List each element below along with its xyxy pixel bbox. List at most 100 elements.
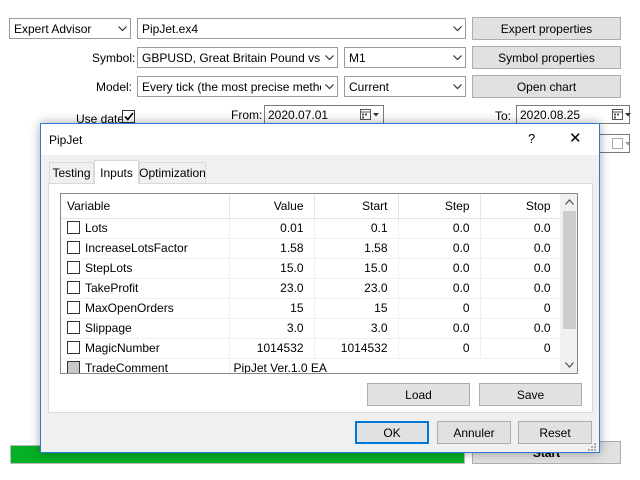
tab-inputs-label: Inputs [100,165,133,180]
variable-cell[interactable]: StepLots [61,258,230,279]
calendar-icon[interactable] [612,138,632,150]
table-row[interactable]: TakeProfit 23.0 23.0 0.0 0.0 [61,278,562,299]
mode-select-value: Expert Advisor [14,21,92,36]
stop-cell[interactable]: 0 [480,298,562,319]
model-select[interactable]: Every tick (the most precise method b [137,76,338,97]
optimization-field[interactable] [596,134,632,153]
period-select[interactable]: M1 [344,47,466,68]
scroll-down-icon[interactable] [565,362,574,368]
table-row[interactable]: IncreaseLotsFactor 1.58 1.58 0.0 0.0 [61,238,562,259]
resize-grip-icon[interactable] [587,442,597,452]
chevron-down-icon [449,48,465,67]
mode-select[interactable]: Expert Advisor [9,18,131,39]
column-header[interactable]: Step [398,194,481,219]
table-row[interactable]: StepLots 15.0 15.0 0.0 0.0 [61,258,562,279]
tab-optimization[interactable]: Optimization [139,162,206,183]
column-header[interactable]: Stop [480,194,562,219]
variable-cell[interactable]: Slippage [61,318,230,339]
value-cell[interactable]: 15.0 [229,258,315,279]
value-cell[interactable]: PipJet Ver.1.0 EA [229,358,562,373]
variable-name: MagicNumber [85,341,160,355]
variable-cell[interactable]: TakeProfit [61,278,230,299]
table-row[interactable]: MagicNumber 1014532 1014532 0 0 [61,338,562,359]
optimize-checkbox[interactable] [67,301,80,314]
tab-testing[interactable]: Testing [49,162,94,183]
column-header[interactable]: Value [229,194,315,219]
column-header[interactable]: Variable [61,194,230,219]
tab-inputs[interactable]: Inputs [94,160,139,184]
start-cell[interactable]: 1.58 [314,238,399,259]
calendar-icon[interactable] [612,109,632,121]
table-row[interactable]: Slippage 3.0 3.0 0.0 0.0 [61,318,562,339]
value-cell[interactable]: 1.58 [229,238,315,259]
step-cell[interactable]: 0.0 [398,218,481,239]
step-cell[interactable]: 0.0 [398,258,481,279]
value-cell[interactable]: 23.0 [229,278,315,299]
spread-select-value: Current [349,79,390,94]
step-cell[interactable]: 0 [398,298,481,319]
calendar-icon[interactable] [360,109,380,121]
variable-cell[interactable]: TradeComment [61,358,230,373]
scroll-up-icon[interactable] [565,199,574,205]
optimize-checkbox[interactable] [67,321,80,334]
to-date-value: 2020.08.25 [520,107,581,122]
optimize-checkbox[interactable] [67,361,80,373]
step-cell[interactable]: 0.0 [398,318,481,339]
start-cell[interactable]: 15 [314,298,399,319]
cancel-button[interactable]: Annuler [437,421,511,444]
start-cell[interactable]: 23.0 [314,278,399,299]
ok-button[interactable]: OK [355,421,429,444]
table-row[interactable]: MaxOpenOrders 15 15 0 0 [61,298,562,319]
stop-cell[interactable]: 0.0 [480,258,562,279]
stop-cell[interactable]: 0.0 [480,278,562,299]
stop-cell[interactable]: 0.0 [480,318,562,339]
symbol-properties-button[interactable]: Symbol properties [472,46,621,69]
expert-select[interactable]: PipJet.ex4 [137,18,466,39]
to-date-picker[interactable]: 2020.08.25 [516,105,632,124]
value-cell[interactable]: 15 [229,298,315,319]
symbol-select[interactable]: GBPUSD, Great Britain Pound vs US [137,47,338,68]
dialog-titlebar: PipJet ? ✕ [41,124,599,155]
step-cell[interactable]: 0.0 [398,278,481,299]
column-header[interactable]: Start [314,194,399,219]
optimize-checkbox[interactable] [67,281,80,294]
from-date-picker[interactable]: 2020.07.01 [264,105,384,124]
stop-cell[interactable]: 0.0 [480,238,562,259]
stop-cell[interactable]: 0.0 [480,218,562,239]
load-button[interactable]: Load [367,383,470,406]
use-date-checkbox[interactable] [122,110,135,124]
stop-cell[interactable]: 0 [480,338,562,359]
optimize-checkbox[interactable] [67,241,80,254]
spread-select[interactable]: Current [344,76,466,97]
reset-button[interactable]: Reset [518,421,592,444]
variable-name: Slippage [85,321,132,335]
variable-cell[interactable]: MaxOpenOrders [61,298,230,319]
variable-cell[interactable]: Lots [61,218,230,239]
grid-scrollbar[interactable] [560,194,577,373]
start-cell[interactable]: 3.0 [314,318,399,339]
chevron-down-icon [321,77,337,96]
save-button[interactable]: Save [479,383,582,406]
value-cell[interactable]: 1014532 [229,338,315,359]
help-button[interactable]: ? [528,131,535,146]
optimize-checkbox[interactable] [67,221,80,234]
open-chart-button[interactable]: Open chart [472,75,621,98]
close-icon[interactable]: ✕ [569,129,582,147]
checkmark-icon [122,110,135,123]
optimize-checkbox[interactable] [67,261,80,274]
expert-properties-button[interactable]: Expert properties [472,17,621,40]
value-cell[interactable]: 0.01 [229,218,315,239]
dialog-title: PipJet [49,133,83,147]
variable-cell[interactable]: IncreaseLotsFactor [61,238,230,259]
table-row[interactable]: TradeComment PipJet Ver.1.0 EA [61,358,562,373]
optimize-checkbox[interactable] [67,341,80,354]
start-cell[interactable]: 1014532 [314,338,399,359]
start-cell[interactable]: 15.0 [314,258,399,279]
table-row[interactable]: Lots 0.01 0.1 0.0 0.0 [61,218,562,239]
variable-cell[interactable]: MagicNumber [61,338,230,359]
step-cell[interactable]: 0 [398,338,481,359]
start-cell[interactable]: 0.1 [314,218,399,239]
scrollbar-thumb[interactable] [563,211,576,329]
value-cell[interactable]: 3.0 [229,318,315,339]
step-cell[interactable]: 0.0 [398,238,481,259]
